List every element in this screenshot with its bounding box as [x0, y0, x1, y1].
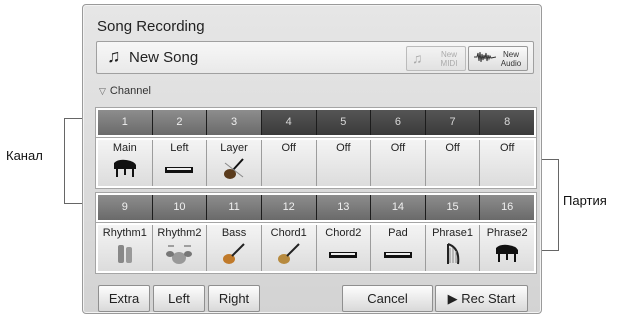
channel-button[interactable]: 5	[316, 110, 372, 135]
part-button[interactable]: Chord2	[316, 225, 372, 271]
part-name: Off	[390, 142, 406, 154]
electric-guitar-icon	[262, 242, 316, 272]
grand-piano-icon	[98, 157, 152, 185]
song-name-box[interactable]: ♫ New Song ♫ New MIDI New Audio	[96, 41, 534, 74]
channel-button[interactable]: 4	[261, 110, 317, 135]
part-button[interactable]: Phrase2	[480, 225, 534, 271]
new-audio-button[interactable]: New Audio	[468, 46, 528, 71]
part-name: Pad	[388, 227, 408, 239]
part-button[interactable]: Chord1	[261, 225, 317, 272]
channel-button[interactable]: 15	[425, 195, 481, 220]
channel-button[interactable]: 7	[425, 110, 481, 135]
keyboard-icon	[317, 242, 371, 266]
part-button[interactable]: Main	[98, 140, 153, 186]
violin-icon	[207, 157, 261, 187]
channel-button[interactable]: 8	[480, 110, 534, 135]
part-name: Off	[336, 142, 351, 154]
new-audio-line2: Audio	[500, 59, 522, 68]
channel-annotation: Канал	[6, 148, 43, 163]
new-midi-line2: MIDI	[440, 59, 458, 68]
part-button[interactable]: Phrase1	[425, 225, 481, 272]
part-name: Rhythm2	[157, 227, 202, 239]
triangle-down-icon: ▽	[99, 86, 106, 96]
extra-button[interactable]: Extra	[98, 285, 150, 312]
channel-strip-bottom: 9 10 11 12 13 14 15 16	[95, 192, 537, 223]
part-button[interactable]: Rhythm1	[98, 225, 153, 271]
part-button[interactable]: Off	[480, 140, 534, 186]
channel-button[interactable]: 11	[207, 195, 262, 220]
channel-button[interactable]: 10	[152, 195, 208, 220]
channel-button[interactable]: 2	[152, 110, 208, 135]
new-audio-line1: New	[502, 50, 519, 59]
bongo-icon	[98, 242, 152, 272]
music-note-icon: ♫	[107, 46, 121, 66]
part-name: Rhythm1	[102, 227, 147, 239]
part-name: Chord1	[270, 227, 307, 239]
keyboard-icon	[153, 157, 207, 181]
bass-guitar-icon	[207, 242, 261, 272]
keyboard-icon	[371, 242, 425, 266]
new-midi-line1: New	[440, 50, 457, 59]
part-name: Main	[112, 142, 137, 154]
part-button[interactable]: Off	[261, 140, 317, 186]
music-note-icon: ♫	[412, 50, 423, 66]
channel-button[interactable]: 1	[98, 110, 153, 135]
part-button[interactable]: Off	[425, 140, 481, 186]
waveform-icon	[474, 50, 497, 67]
drum-kit-icon	[153, 242, 207, 272]
song-name: New Song	[129, 49, 199, 66]
panel-title: Song Recording	[97, 18, 205, 35]
harp-icon	[426, 242, 480, 272]
part-name: Off	[281, 142, 296, 154]
part-name: Left	[170, 142, 189, 154]
channel-label-text: Channel	[109, 85, 151, 97]
channel-button[interactable]: 14	[371, 195, 426, 220]
part-name: Bass	[221, 227, 247, 239]
channel-button[interactable]: 6	[371, 110, 426, 135]
part-name: Phrase2	[486, 227, 528, 239]
part-name: Chord2	[325, 227, 362, 239]
part-button[interactable]: Bass	[207, 225, 262, 271]
part-button[interactable]: Pad	[371, 225, 426, 271]
part-annotation: Партия	[563, 193, 607, 208]
part-strip-bottom: Rhythm1 Rhythm2 Bass Chord1 Chord2 Pad P…	[95, 222, 537, 274]
play-icon: ▶	[447, 291, 458, 306]
part-name: Phrase1	[432, 227, 474, 239]
part-button[interactable]: Rhythm2	[152, 225, 208, 272]
channel-button[interactable]: 12	[261, 195, 317, 220]
rec-start-label: Rec Start	[461, 291, 516, 306]
part-name: Layer	[220, 142, 248, 154]
channel-button[interactable]: 9	[98, 195, 153, 220]
part-button[interactable]: Off	[371, 140, 426, 186]
part-button[interactable]: Layer	[207, 140, 262, 186]
song-recording-panel: Song Recording ♫ New Song ♫ New MIDI New…	[82, 4, 542, 314]
part-button[interactable]: Off	[316, 140, 372, 186]
channel-button[interactable]: 13	[316, 195, 372, 220]
channel-button[interactable]: 16	[480, 195, 534, 220]
left-button[interactable]: Left	[153, 285, 205, 312]
grand-piano-icon	[480, 242, 534, 270]
right-button[interactable]: Right	[208, 285, 260, 312]
part-name: Off	[445, 142, 460, 154]
cancel-button[interactable]: Cancel	[342, 285, 433, 312]
channel-button[interactable]: 3	[207, 110, 262, 135]
channel-strip-top: 1 2 3 4 5 6 7 8	[95, 107, 537, 138]
part-strip-top: Main Left Layer Off Off Off Off Off	[95, 137, 537, 189]
part-button[interactable]: Left	[152, 140, 208, 186]
part-name: Off	[499, 142, 515, 154]
rec-start-button[interactable]: ▶ Rec Start	[435, 285, 528, 312]
new-midi-button[interactable]: ♫ New MIDI	[406, 46, 466, 71]
channel-label: ▽ Channel	[99, 85, 151, 97]
